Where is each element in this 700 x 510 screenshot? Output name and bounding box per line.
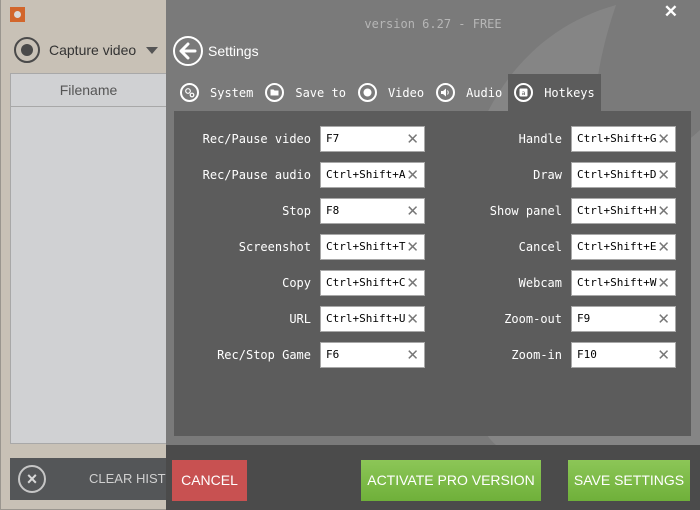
arrow-left-icon: [179, 42, 197, 60]
back-button[interactable]: [173, 36, 203, 66]
chevron-down-icon: [146, 46, 159, 54]
tab-label: Hotkeys: [544, 85, 595, 100]
clear-hotkey-icon[interactable]: ✕: [657, 274, 670, 292]
clear-hotkey-icon[interactable]: ✕: [406, 166, 419, 184]
tab-save-to[interactable]: Save to: [259, 74, 352, 111]
clear-hotkey-icon[interactable]: ✕: [657, 238, 670, 256]
clear-hotkey-icon[interactable]: ✕: [406, 130, 419, 148]
hotkey-label: Rec/Pause video: [202, 132, 311, 146]
hotkey-label: Zoom-out: [504, 312, 562, 326]
clear-hotkey-icon[interactable]: ✕: [657, 310, 670, 328]
hotkey-row-cancel: Cancel Ctrl+Shift+E ✕: [437, 234, 676, 260]
hotkey-row-stop: Stop F8 ✕: [186, 198, 425, 224]
clear-hotkey-icon[interactable]: ✕: [406, 238, 419, 256]
tab-label: Video: [387, 85, 425, 100]
hotkeys-panel: Rec/Pause video F7 ✕ Rec/Pause audio Ctrl…: [174, 111, 691, 436]
hotkey-label: URL: [289, 312, 311, 326]
clear-history-button[interactable]: × CLEAR HISTORY: [10, 458, 193, 500]
clear-hotkey-icon[interactable]: ✕: [657, 202, 670, 220]
tab-label: Save to: [295, 85, 346, 100]
hotkey-row-screenshot: Screenshot Ctrl+Shift+T ✕: [186, 234, 425, 260]
hotkey-label: Handle: [518, 132, 562, 146]
gears-icon: [180, 83, 199, 102]
speaker-icon: [436, 83, 456, 102]
hotkey-row-handle: Handle Ctrl+Shift+G ✕: [437, 126, 676, 152]
hotkey-input[interactable]: F6 ✕: [320, 342, 425, 368]
hotkey-label: Rec/Stop Game: [217, 348, 311, 362]
hotkey-input[interactable]: Ctrl+Shift+U ✕: [320, 306, 425, 332]
footer-bar: CANCEL ACTIVATE PRO VERSION SAVE SETTING…: [166, 445, 700, 510]
svg-text:a: a: [522, 89, 526, 97]
hotkey-row-rec-pause-video: Rec/Pause video F7 ✕: [186, 126, 425, 152]
hotkey-row-zoom-in: Zoom-in F10 ✕: [437, 342, 676, 368]
tab-label: System: [210, 85, 254, 100]
folder-icon: [265, 83, 285, 102]
file-list: Filename: [10, 73, 167, 444]
hotkey-input[interactable]: F10 ✕: [571, 342, 676, 368]
clear-hotkey-icon[interactable]: ✕: [657, 166, 670, 184]
hotkey-input[interactable]: Ctrl+Shift+D ✕: [571, 162, 676, 188]
clear-hotkey-icon[interactable]: ✕: [406, 274, 419, 292]
hotkey-input[interactable]: Ctrl+Shift+H ✕: [571, 198, 676, 224]
hotkey-label: Cancel: [518, 240, 562, 254]
capture-mode-label: Capture video: [49, 42, 137, 58]
hotkey-label: Zoom-in: [511, 348, 562, 362]
hotkey-input[interactable]: Ctrl+Shift+G ✕: [571, 126, 676, 152]
hotkey-label: Copy: [282, 276, 311, 290]
hotkey-label: Screenshot: [238, 240, 311, 254]
hotkey-label: Draw: [533, 168, 562, 182]
hotkey-row-show-panel: Show panel Ctrl+Shift+H ✕: [437, 198, 676, 224]
clear-hotkey-icon[interactable]: ✕: [406, 346, 419, 364]
settings-tabs: System Save to Video Audio a Hotkeys: [174, 74, 601, 111]
hotkey-input[interactable]: Ctrl+Shift+E ✕: [571, 234, 676, 260]
clear-hotkey-icon[interactable]: ✕: [657, 130, 670, 148]
hotkey-row-webcam: Webcam Ctrl+Shift+W ✕: [437, 270, 676, 296]
hotkey-input[interactable]: Ctrl+Shift+C ✕: [320, 270, 425, 296]
hotkey-row-rec-stop-game: Rec/Stop Game F6 ✕: [186, 342, 425, 368]
hotkey-row-url: URL Ctrl+Shift+U ✕: [186, 306, 425, 332]
tab-video[interactable]: Video: [352, 74, 430, 111]
hotkey-row-zoom-out: Zoom-out F9 ✕: [437, 306, 676, 332]
hotkey-input[interactable]: Ctrl+Shift+T ✕: [320, 234, 425, 260]
record-icon: [357, 83, 377, 102]
clear-hotkey-icon[interactable]: ✕: [657, 346, 670, 364]
page-title: Settings: [208, 43, 259, 59]
clear-hotkey-icon[interactable]: ✕: [406, 310, 419, 328]
hotkey-row-copy: Copy Ctrl+Shift+C ✕: [186, 270, 425, 296]
hotkey-label: Webcam: [518, 276, 562, 290]
save-settings-button[interactable]: SAVE SETTINGS: [568, 460, 690, 501]
hotkey-input[interactable]: Ctrl+Shift+W ✕: [571, 270, 676, 296]
hotkey-label: Show panel: [489, 204, 562, 218]
tab-audio[interactable]: Audio: [430, 74, 508, 111]
hotkey-input[interactable]: F7 ✕: [320, 126, 425, 152]
tab-hotkeys[interactable]: a Hotkeys: [508, 74, 601, 111]
close-button[interactable]: ✕: [664, 2, 678, 22]
hotkey-label: Stop: [282, 204, 311, 218]
version-label: version 6.27 - FREE: [364, 17, 502, 31]
hotkey-input[interactable]: F9 ✕: [571, 306, 676, 332]
record-icon: [14, 37, 40, 63]
clear-hotkey-icon[interactable]: ✕: [406, 202, 419, 220]
hotkey-row-draw: Draw Ctrl+Shift+D ✕: [437, 162, 676, 188]
hotkey-row-rec-pause-audio: Rec/Pause audio Ctrl+Shift+A ✕: [186, 162, 425, 188]
hotkey-input[interactable]: F8 ✕: [320, 198, 425, 224]
tab-system[interactable]: System: [174, 74, 259, 111]
capture-mode-dropdown[interactable]: Capture video: [14, 34, 159, 66]
app-logo-icon: [10, 7, 25, 22]
settings-dialog: version 6.27 - FREE ✕ Settings System Sa…: [166, 0, 700, 510]
cancel-button[interactable]: CANCEL: [172, 460, 247, 501]
close-circle-icon: ×: [18, 465, 46, 493]
hotkey-label: Rec/Pause audio: [202, 168, 311, 182]
filename-column-header[interactable]: Filename: [10, 74, 167, 107]
keyboard-key-icon: a: [514, 83, 534, 102]
tab-label: Audio: [466, 85, 503, 100]
activate-pro-button[interactable]: ACTIVATE PRO VERSION: [361, 460, 541, 501]
background-app-window: Capture video Filename × CLEAR HISTORY: [0, 0, 193, 510]
hotkey-input[interactable]: Ctrl+Shift+A ✕: [320, 162, 425, 188]
